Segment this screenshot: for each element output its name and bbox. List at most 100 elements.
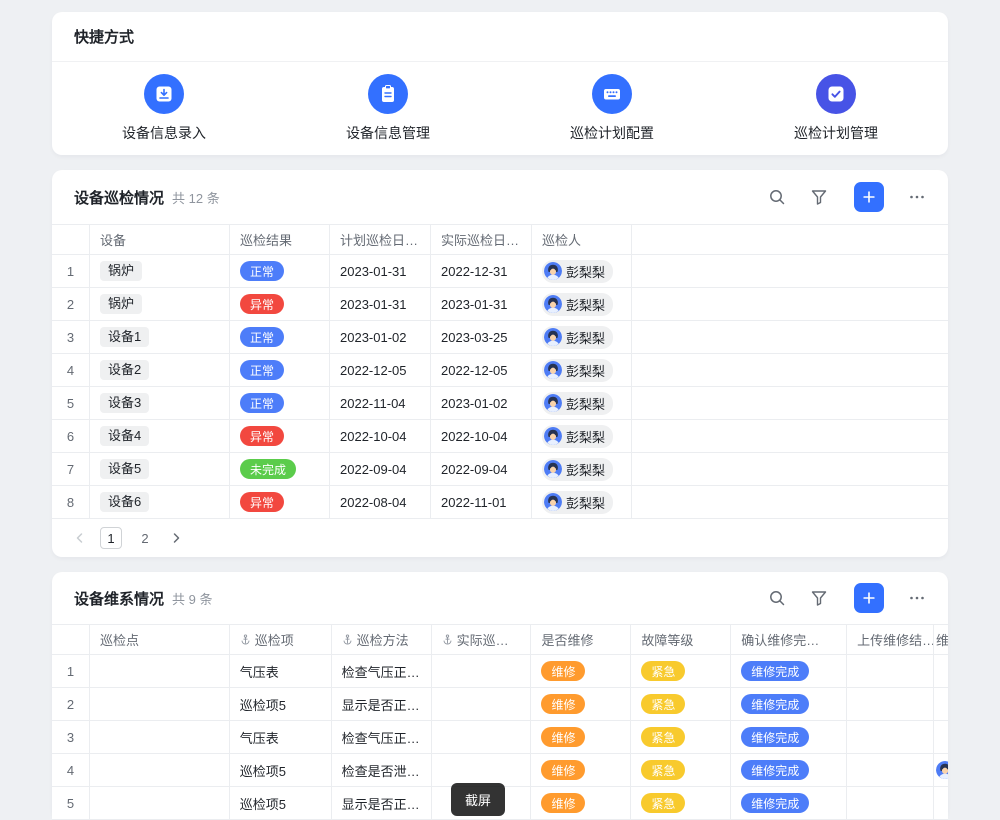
filter-icon[interactable]: [810, 589, 828, 607]
cell-level[interactable]: 紧急: [631, 655, 731, 687]
cell-item[interactable]: 气压表: [230, 655, 332, 687]
cell-upload[interactable]: [847, 655, 934, 687]
cell-actual-date[interactable]: 2023-03-25: [431, 321, 532, 353]
cell-inspector[interactable]: 彭梨梨: [532, 354, 632, 386]
search-icon[interactable]: [768, 188, 786, 206]
cell-method[interactable]: 显示是否正…: [332, 787, 432, 819]
cell-level[interactable]: 紧急: [631, 688, 731, 720]
cell-inspector[interactable]: 彭梨梨: [532, 420, 632, 452]
cell-actual-date[interactable]: 2022-12-05: [431, 354, 532, 386]
cell-inspector[interactable]: 彭梨梨: [532, 453, 632, 485]
more-icon[interactable]: [908, 589, 926, 607]
cell-result[interactable]: 正常: [230, 387, 330, 419]
cell-planned-date[interactable]: 2023-01-31: [330, 255, 431, 287]
cell-actual[interactable]: [432, 688, 532, 720]
cell-actual-date[interactable]: 2022-10-04: [431, 420, 532, 452]
inspection-row[interactable]: 8 设备6 异常 2022-08-04 2022-11-01 彭梨梨: [52, 486, 948, 519]
inspection-row[interactable]: 5 设备3 正常 2022-11-04 2023-01-02 彭梨梨: [52, 387, 948, 420]
cell-point[interactable]: [90, 688, 230, 720]
cell-confirm[interactable]: 维修完成: [731, 655, 847, 687]
cell-actual-date[interactable]: 2022-09-04: [431, 453, 532, 485]
cell-upload[interactable]: [847, 688, 934, 720]
cell-actual-date[interactable]: 2022-11-01: [431, 486, 532, 518]
cell-level[interactable]: 紧急: [631, 754, 731, 786]
cell-repairer[interactable]: [934, 754, 948, 786]
cell-result[interactable]: 正常: [230, 354, 330, 386]
cell-device[interactable]: 设备6: [90, 486, 230, 518]
cell-item[interactable]: 巡检项5: [230, 787, 332, 819]
cell-actual[interactable]: [432, 721, 532, 753]
cell-repairer[interactable]: [934, 688, 948, 720]
column-header-upload[interactable]: 上传维修结…: [847, 625, 934, 654]
cell-repair[interactable]: 维修: [531, 787, 631, 819]
page-1-button[interactable]: 1: [100, 527, 122, 549]
cell-planned-date[interactable]: 2023-01-31: [330, 288, 431, 320]
cell-repair[interactable]: 维修: [531, 721, 631, 753]
cell-method[interactable]: 检查气压正…: [332, 721, 432, 753]
cell-level[interactable]: 紧急: [631, 721, 731, 753]
cell-repair[interactable]: 维修: [531, 688, 631, 720]
cell-method[interactable]: 显示是否正…: [332, 688, 432, 720]
column-header-point[interactable]: 巡检点: [90, 625, 230, 654]
cell-repair[interactable]: 维修: [531, 754, 631, 786]
maintenance-row[interactable]: 4 巡检项5 检查是否泄… 维修 紧急 维修完成: [52, 754, 948, 787]
cell-device[interactable]: 设备5: [90, 453, 230, 485]
column-header-level[interactable]: 故障等级: [631, 625, 731, 654]
cell-planned-date[interactable]: 2023-01-02: [330, 321, 431, 353]
cell-inspector[interactable]: 彭梨梨: [532, 255, 632, 287]
column-header-planned-date[interactable]: 计划巡检日…: [330, 225, 431, 254]
maintenance-row[interactable]: 2 巡检项5 显示是否正… 维修 紧急 维修完成: [52, 688, 948, 721]
next-page-button[interactable]: [168, 530, 184, 546]
cell-point[interactable]: [90, 721, 230, 753]
column-header-device[interactable]: 设备: [90, 225, 230, 254]
cell-device[interactable]: 锅炉: [90, 255, 230, 287]
cell-repair[interactable]: 维修: [531, 655, 631, 687]
search-icon[interactable]: [768, 589, 786, 607]
cell-result[interactable]: 正常: [230, 321, 330, 353]
inspection-row[interactable]: 7 设备5 未完成 2022-09-04 2022-09-04 彭梨梨: [52, 453, 948, 486]
inspection-row[interactable]: 6 设备4 异常 2022-10-04 2022-10-04 彭梨梨: [52, 420, 948, 453]
cell-item[interactable]: 巡检项5: [230, 688, 332, 720]
cell-item[interactable]: 巡检项5: [230, 754, 332, 786]
cell-method[interactable]: 检查是否泄…: [332, 754, 432, 786]
cell-planned-date[interactable]: 2022-09-04: [330, 453, 431, 485]
add-record-button[interactable]: [854, 583, 884, 613]
cell-result[interactable]: 异常: [230, 420, 330, 452]
cell-confirm[interactable]: 维修完成: [731, 688, 847, 720]
cell-upload[interactable]: [847, 787, 934, 819]
inspection-row[interactable]: 1 锅炉 正常 2023-01-31 2022-12-31 彭梨梨: [52, 255, 948, 288]
cell-repairer[interactable]: [934, 787, 948, 819]
cell-inspector[interactable]: 彭梨梨: [532, 321, 632, 353]
cell-device[interactable]: 设备2: [90, 354, 230, 386]
filter-icon[interactable]: [810, 188, 828, 206]
cell-actual[interactable]: [432, 655, 532, 687]
column-header-actual-date[interactable]: 实际巡检日…: [431, 225, 532, 254]
inspection-row[interactable]: 4 设备2 正常 2022-12-05 2022-12-05 彭梨梨: [52, 354, 948, 387]
cell-device[interactable]: 设备1: [90, 321, 230, 353]
cell-result[interactable]: 未完成: [230, 453, 330, 485]
cell-confirm[interactable]: 维修完成: [731, 787, 847, 819]
shortcut-device-info-manage[interactable]: 设备信息管理: [276, 74, 500, 143]
column-header-method[interactable]: 巡检方法: [332, 625, 432, 654]
column-header-repairer[interactable]: 维…: [934, 625, 948, 654]
cell-device[interactable]: 锅炉: [90, 288, 230, 320]
shortcut-device-info-entry[interactable]: 设备信息录入: [52, 74, 276, 143]
column-header-actual[interactable]: 实际巡…: [432, 625, 532, 654]
page-2-button[interactable]: 2: [134, 527, 156, 549]
cell-item[interactable]: 气压表: [230, 721, 332, 753]
shortcut-plan-config[interactable]: 巡检计划配置: [500, 74, 724, 143]
column-header-result[interactable]: 巡检结果: [230, 225, 330, 254]
cell-actual-date[interactable]: 2023-01-02: [431, 387, 532, 419]
column-header-inspector[interactable]: 巡检人: [532, 225, 632, 254]
cell-method[interactable]: 检查气压正…: [332, 655, 432, 687]
prev-page-button[interactable]: [72, 530, 88, 546]
cell-planned-date[interactable]: 2022-11-04: [330, 387, 431, 419]
cell-inspector[interactable]: 彭梨梨: [532, 288, 632, 320]
column-header-repair[interactable]: 是否维修: [531, 625, 631, 654]
cell-repairer[interactable]: [934, 721, 948, 753]
cell-actual[interactable]: [432, 754, 532, 786]
cell-device[interactable]: 设备4: [90, 420, 230, 452]
cell-level[interactable]: 紧急: [631, 787, 731, 819]
cell-planned-date[interactable]: 2022-10-04: [330, 420, 431, 452]
more-icon[interactable]: [908, 188, 926, 206]
